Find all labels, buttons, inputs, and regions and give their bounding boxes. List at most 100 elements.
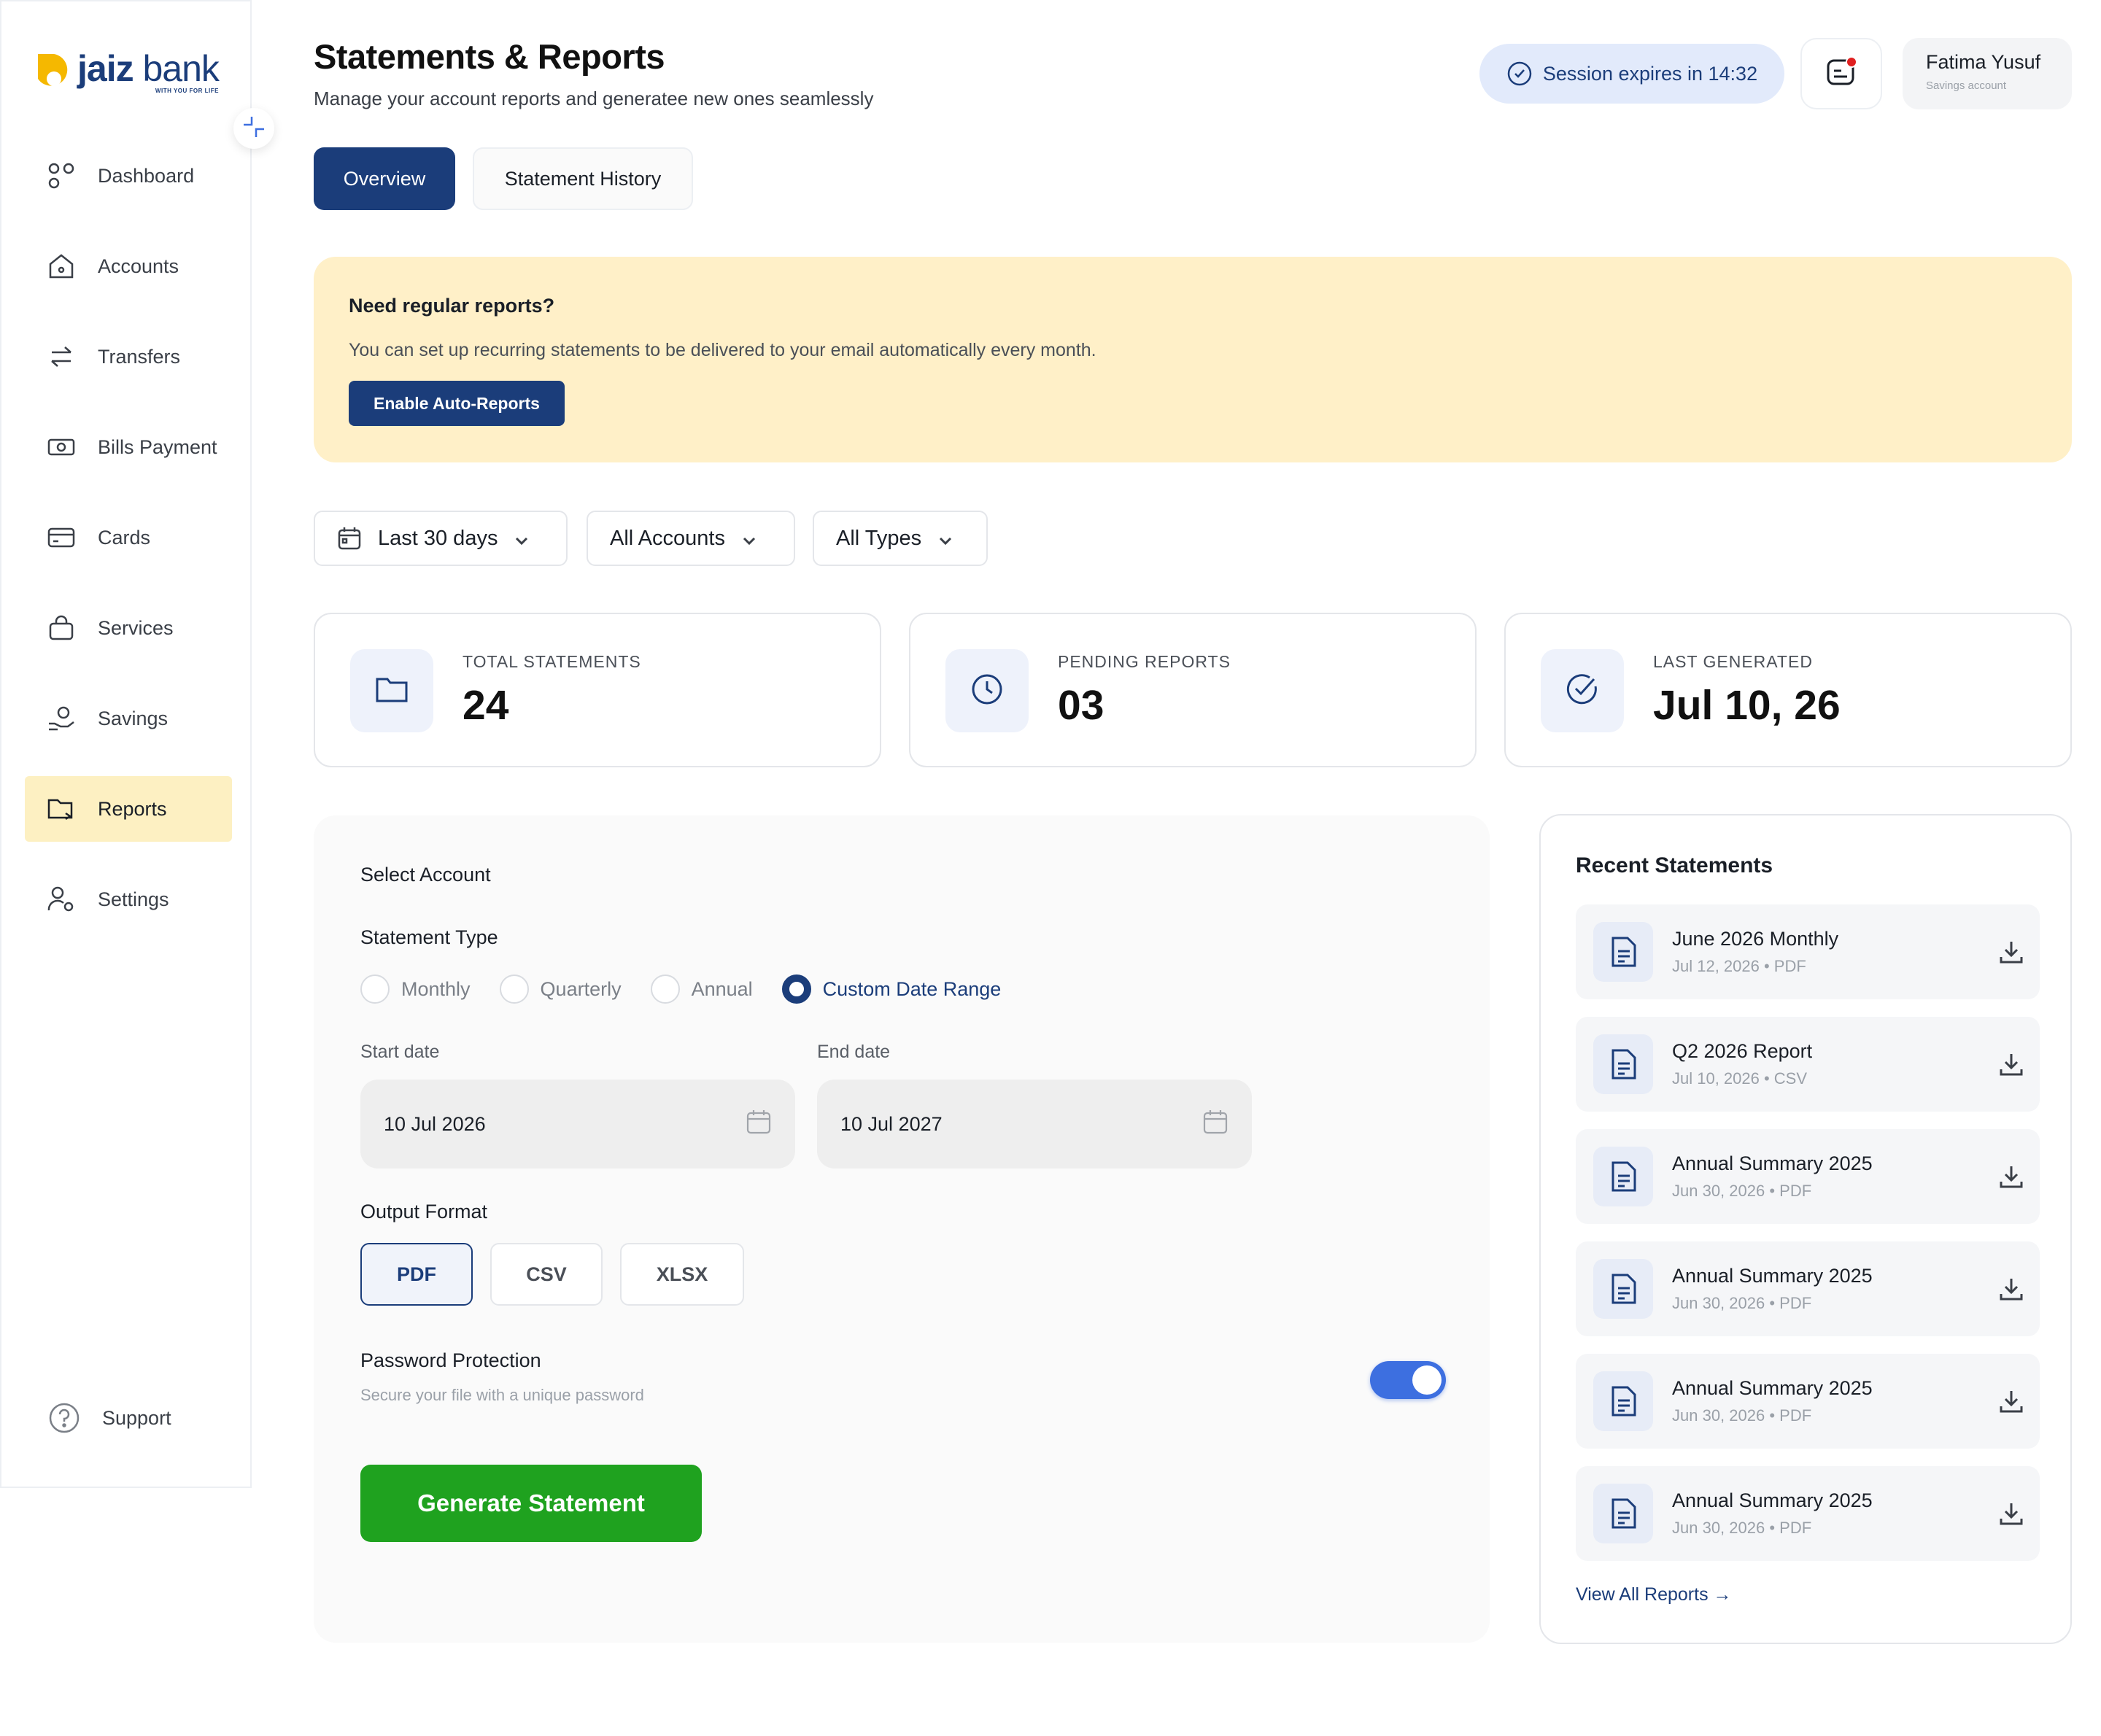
- calendar-icon: [746, 1109, 772, 1140]
- password-protection-toggle[interactable]: [1370, 1361, 1446, 1399]
- statement-title: Annual Summary 2025: [1672, 1152, 1873, 1174]
- tab-overview[interactable]: Overview: [314, 147, 455, 210]
- user-name: Fatima Yusuf: [1926, 51, 2041, 73]
- sidebar-item-label: Transfers: [98, 345, 181, 368]
- download-icon[interactable]: [1997, 1387, 2025, 1415]
- download-icon[interactable]: [1997, 1500, 2025, 1527]
- select-account-label[interactable]: Select Account: [360, 864, 491, 886]
- toggle-knob: [1412, 1365, 1442, 1395]
- brand-logo[interactable]: jaiz bank WITH YOU FOR LIFE: [25, 47, 220, 98]
- brand-name: jaiz: [77, 48, 134, 89]
- start-date-field[interactable]: 10 Jul 2026: [360, 1080, 795, 1169]
- accounts-filter[interactable]: All Accounts: [587, 511, 795, 566]
- statement-title: Annual Summary 2025: [1672, 1377, 1873, 1399]
- support-link[interactable]: Support: [48, 1402, 171, 1434]
- statement-item[interactable]: Annual Summary 2025 Jun 30, 2026 • PDF: [1576, 1466, 2040, 1561]
- enable-auto-reports-button[interactable]: Enable Auto-Reports: [349, 381, 565, 426]
- sidebar-item-label: Cards: [98, 526, 151, 549]
- jaiz-logo-icon: [25, 50, 70, 95]
- radio-label: Monthly: [401, 977, 471, 1000]
- view-all-reports-link[interactable]: View All Reports →: [1576, 1584, 1732, 1605]
- statement-item[interactable]: Annual Summary 2025 Jun 30, 2026 • PDF: [1576, 1354, 2040, 1449]
- calendar-icon: [337, 526, 362, 551]
- format-pdf-button[interactable]: PDF: [360, 1243, 473, 1306]
- start-date-label: Start date: [360, 1042, 440, 1062]
- statement-item[interactable]: Q2 2026 Report Jul 10, 2026 • CSV: [1576, 1017, 2040, 1112]
- sidebar-item-label: Reports: [98, 797, 167, 820]
- check-circle-icon: [1565, 672, 1600, 710]
- document-icon: [1593, 1484, 1653, 1543]
- statement-meta: Jul 12, 2026 • PDF: [1672, 957, 1806, 975]
- password-protection-subtitle: Secure your file with a unique password: [360, 1386, 644, 1404]
- sidebar-item-services[interactable]: Services: [25, 595, 232, 661]
- session-timer-badge: Session expires in 14:32: [1479, 44, 1784, 104]
- download-icon[interactable]: [1997, 1163, 2025, 1190]
- radio-custom-date-range[interactable]: Custom Date Range: [781, 974, 1001, 1004]
- download-icon[interactable]: [1997, 1050, 2025, 1078]
- sidebar-item-label: Bills Payment: [98, 435, 217, 458]
- document-icon: [1593, 1259, 1653, 1319]
- document-icon: [1593, 1147, 1653, 1206]
- user-account-type: Savings account: [1926, 80, 2007, 92]
- end-date-field[interactable]: 10 Jul 2027: [817, 1080, 1252, 1169]
- date-range-filter[interactable]: Last 30 days: [314, 511, 568, 566]
- chevron-down-icon: [741, 530, 757, 546]
- tab-statement-history[interactable]: Statement History: [473, 147, 693, 210]
- brand-tagline: WITH YOU FOR LIFE: [155, 88, 219, 94]
- statement-item[interactable]: Annual Summary 2025 Jun 30, 2026 • PDF: [1576, 1241, 2040, 1336]
- statement-meta: Jul 10, 2026 • CSV: [1672, 1069, 1808, 1088]
- output-format-label: Output Format: [360, 1201, 488, 1222]
- statement-item[interactable]: Annual Summary 2025 Jun 30, 2026 • PDF: [1576, 1129, 2040, 1224]
- notifications-button[interactable]: [1800, 38, 1882, 109]
- format-csv-button[interactable]: CSV: [490, 1243, 603, 1306]
- radio-monthly[interactable]: Monthly: [360, 974, 471, 1004]
- statement-meta: Jun 30, 2026 • PDF: [1672, 1182, 1812, 1200]
- radio-quarterly[interactable]: Quarterly: [499, 974, 622, 1004]
- sidebar-item-dashboard[interactable]: Dashboard: [25, 143, 232, 209]
- download-icon[interactable]: [1997, 938, 2025, 966]
- clock-check-icon: [1506, 61, 1533, 87]
- sidebar-item-savings[interactable]: Savings: [25, 686, 232, 751]
- page-title: Statements & Reports: [314, 37, 665, 76]
- radio-annual[interactable]: Annual: [650, 974, 753, 1004]
- calendar-icon: [1202, 1109, 1229, 1140]
- message-notification-icon: [1824, 55, 1859, 93]
- bag-icon: [47, 613, 76, 643]
- sidebar-item-accounts[interactable]: Accounts: [25, 233, 232, 299]
- statement-type-label: Statement Type: [360, 926, 498, 948]
- generate-statement-button[interactable]: Generate Statement: [360, 1465, 702, 1542]
- sidebar-item-label: Accounts: [98, 255, 179, 277]
- sidebar-item-bills-payment[interactable]: Bills Payment: [25, 414, 232, 480]
- download-icon[interactable]: [1997, 1275, 2025, 1303]
- radio-circle: [499, 974, 529, 1004]
- chevron-down-icon: [514, 530, 530, 546]
- brand-name-bank: bank: [142, 48, 220, 89]
- folder-icon: [47, 794, 76, 824]
- stat-label: PENDING REPORTS: [1058, 652, 1231, 671]
- sidebar-item-cards[interactable]: Cards: [25, 505, 232, 570]
- session-text: Session expires in 14:32: [1542, 62, 1758, 85]
- sidebar-collapse-button[interactable]: [233, 108, 274, 149]
- password-protection-title: Password Protection: [360, 1349, 541, 1371]
- radio-label: Annual: [691, 977, 753, 1000]
- statement-title: June 2026 Monthly: [1672, 928, 1839, 950]
- sidebar-item-reports[interactable]: Reports: [25, 776, 232, 842]
- stat-label: TOTAL STATEMENTS: [463, 652, 641, 671]
- user-profile-menu[interactable]: Fatima Yusuf Savings account: [1903, 38, 2072, 109]
- statement-title: Annual Summary 2025: [1672, 1489, 1873, 1511]
- sidebar-item-label: Settings: [98, 888, 169, 910]
- sidebar-item-label: Services: [98, 616, 174, 639]
- format-xlsx-button[interactable]: XLSX: [620, 1243, 744, 1306]
- collapse-icon: [241, 115, 266, 143]
- support-label: Support: [102, 1406, 171, 1429]
- sidebar-item-settings[interactable]: Settings: [25, 867, 232, 932]
- recent-statements-panel: Recent Statements June 2026 Monthly Jul …: [1539, 814, 2072, 1644]
- accounts-filter-value: All Accounts: [610, 526, 725, 550]
- transfer-arrows-icon: [47, 342, 76, 371]
- stat-value: 03: [1058, 682, 1104, 729]
- card-icon: [47, 523, 76, 552]
- statement-item[interactable]: June 2026 Monthly Jul 12, 2026 • PDF: [1576, 904, 2040, 999]
- document-icon: [1593, 922, 1653, 982]
- sidebar-item-transfers[interactable]: Transfers: [25, 324, 232, 390]
- types-filter[interactable]: All Types: [813, 511, 988, 566]
